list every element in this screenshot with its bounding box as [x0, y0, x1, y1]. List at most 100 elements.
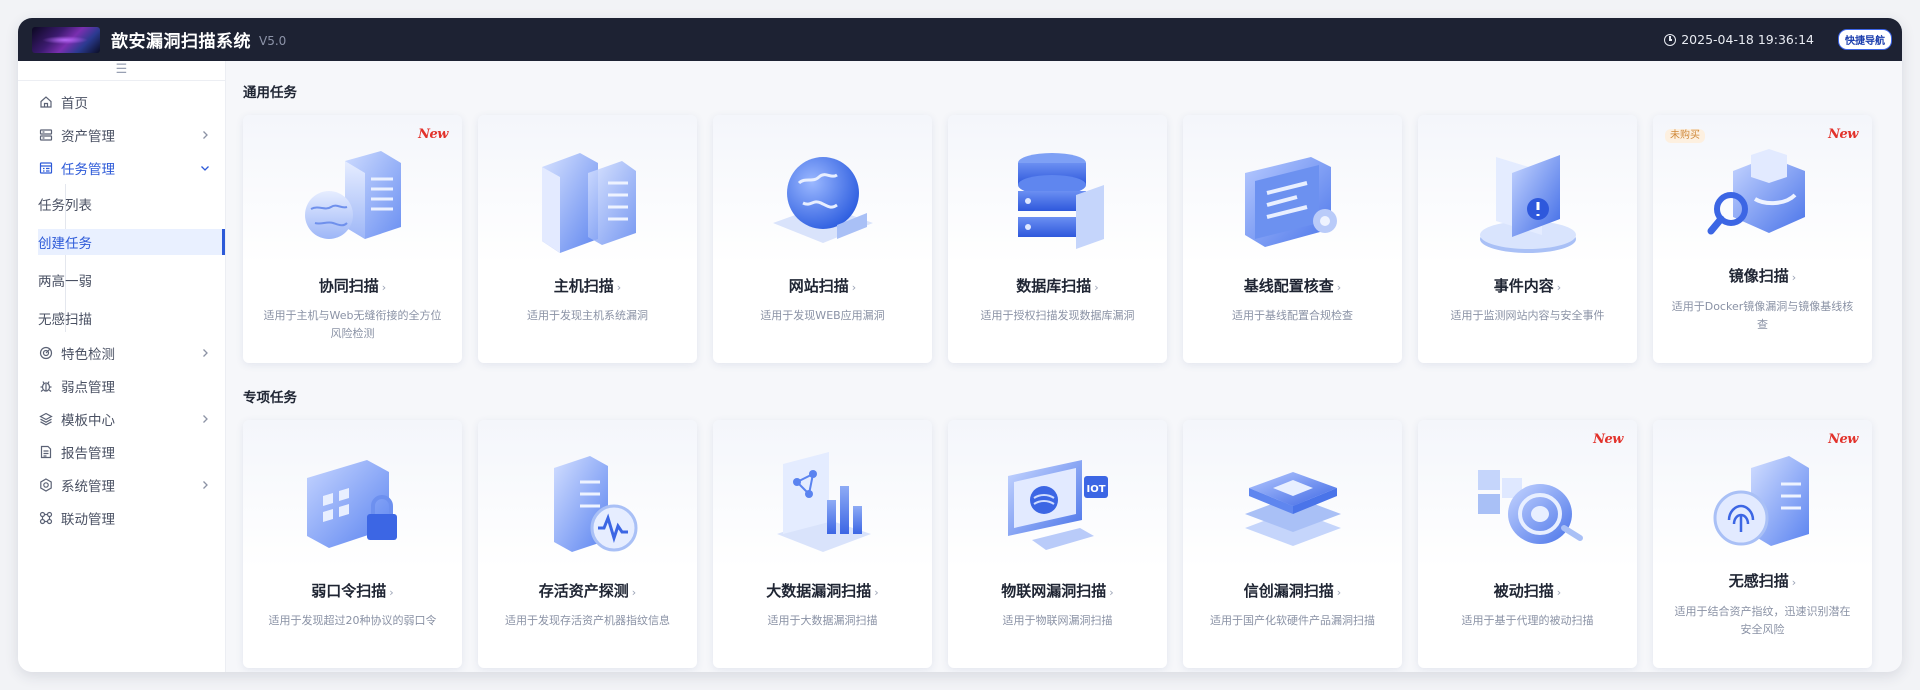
sidebar-item-label: 首页: [61, 95, 88, 112]
home-icon: [39, 95, 53, 109]
app-version: V5.0: [259, 33, 287, 48]
gear-icon: [39, 477, 53, 492]
task-card-fingerprint-scan[interactable]: New 无感扫描 › 适用于结合资产指纹，迅速识别潜在安全风险: [1653, 420, 1872, 668]
card-desc: 适用于国产化软硬件产品漏洞扫描: [1210, 614, 1375, 627]
svg-text:IOT: IOT: [1086, 484, 1105, 495]
card-desc: 适用于发现存活资产机器指纹信息: [505, 614, 670, 627]
event-icon: [1479, 155, 1576, 253]
app-window: 歆安漏洞扫描系统 V5.0 2025-04-18 19:36:14 快捷导航 ☰…: [18, 18, 1902, 672]
task-card-collab-scan[interactable]: New 协同扫描 › 适用于主机与Web无缝衔接的全方位风险检测: [243, 115, 462, 363]
scan-circle-icon: [39, 346, 53, 360]
card-title: 被动扫描 ›: [1493, 582, 1562, 600]
sidebar: ☰ 首页 资产管理 任务管理 任务列表 创建任务 两高一弱 无感扫描 特色检测 …: [18, 61, 226, 672]
card-desc: 适用于大数据漏洞扫描: [767, 614, 878, 627]
menu-toggle-icon[interactable]: ☰: [18, 61, 225, 81]
chevron-right-icon: [203, 481, 208, 489]
task-card-image-scan[interactable]: 未购买 New 镜像扫描 › 适用于Docker镜像漏洞与镜像基线核查: [1653, 115, 1872, 363]
iot-icon: IOT: [1007, 460, 1108, 550]
sidebar-item-system[interactable]: 系统管理: [18, 468, 225, 501]
task-card-bigdata-scan[interactable]: 大数据漏洞扫描 › 适用于大数据漏洞扫描: [713, 420, 932, 668]
new-badge: New: [1828, 127, 1858, 142]
sidebar-item-special-detection[interactable]: 特色检测: [18, 336, 225, 369]
bigdata-icon: [776, 452, 871, 552]
sidebar-item-label: 资产管理: [61, 128, 115, 145]
card-desc: 适用于结合资产指纹，迅速识别潜在安全风险: [1674, 605, 1851, 636]
sidebar-subitem-two-high-one-weak[interactable]: 两高一弱: [18, 264, 225, 296]
card-desc: 适用于基于代理的被动扫描: [1461, 614, 1594, 627]
new-badge: New: [1828, 432, 1858, 447]
collab-scan-icon: [304, 151, 401, 239]
sidebar-item-reports[interactable]: 报告管理: [18, 435, 225, 468]
xinchuang-icon: [1244, 472, 1341, 546]
task-card-xinchuang-scan[interactable]: 信创漏洞扫描 › 适用于国产化软硬件产品漏洞扫描: [1183, 420, 1402, 668]
sidebar-item-tasks[interactable]: 任务管理: [18, 151, 225, 184]
sidebar-item-linkage[interactable]: 联动管理: [18, 501, 225, 534]
web-scan-icon: [772, 157, 873, 243]
main-content: 通用任务 New 协同扫描 › 适用于主机与Web无缝衔接的全方位风险检测 主机…: [226, 61, 1902, 672]
sidebar-item-label: 联动管理: [61, 511, 115, 528]
task-card-database-scan[interactable]: 数据库扫描 › 适用于授权扫描发现数据库漏洞: [948, 115, 1167, 363]
server-icon: [39, 128, 53, 142]
card-title: 物联网漏洞扫描 ›: [1001, 582, 1114, 600]
sidebar-item-label: 特色检测: [61, 346, 115, 363]
task-card-live-asset[interactable]: 存活资产探测 › 适用于发现存活资产机器指纹信息: [478, 420, 697, 668]
link-icon: [39, 511, 53, 525]
card-title: 数据库扫描 ›: [1016, 277, 1099, 295]
card-title: 大数据漏洞扫描 ›: [766, 582, 879, 600]
header-right: 2025-04-18 19:36:14 快捷导航: [1664, 29, 1892, 50]
sidebar-item-home[interactable]: 首页: [18, 85, 225, 118]
task-card-iot-scan[interactable]: IOT 物联网漏洞扫描 › 适用于物联网漏洞扫描: [948, 420, 1167, 668]
image-scan-icon: [1707, 149, 1805, 235]
card-title: 网站扫描 ›: [788, 277, 857, 295]
bug-icon: [39, 379, 53, 393]
special-task-row: 弱口令扫描 › 适用于发现超过20种协议的弱口令 存活资产探测 › 适用于发现存活资…: [243, 420, 1872, 668]
chevron-right-icon: [203, 349, 208, 357]
general-task-row: New 协同扫描 › 适用于主机与Web无缝衔接的全方位风险检测 主机扫描 › …: [243, 115, 1872, 363]
sidebar-item-label: 系统管理: [61, 478, 115, 495]
passive-scan-icon: [1477, 470, 1583, 544]
clock-icon: [1664, 33, 1677, 46]
card-title: 协同扫描 ›: [318, 277, 387, 295]
chevron-right-icon: [203, 131, 208, 139]
sidebar-menu: 首页 资产管理 任务管理 任务列表 创建任务 两高一弱 无感扫描 特色检测 弱点…: [18, 85, 225, 534]
task-card-baseline-check[interactable]: 基线配置核查 › 适用于基线配置合规检查: [1183, 115, 1402, 363]
task-card-host-scan[interactable]: 主机扫描 › 适用于发现主机系统漏洞: [478, 115, 697, 363]
card-title: 主机扫描 ›: [553, 277, 622, 295]
task-card-web-scan[interactable]: 网站扫描 › 适用于发现WEB应用漏洞: [713, 115, 932, 363]
chevron-right-icon: [203, 415, 208, 423]
sidebar-item-label: 报告管理: [61, 445, 115, 462]
sidebar-item-weakness[interactable]: 弱点管理: [18, 369, 225, 402]
card-desc: 适用于发现WEB应用漏洞: [760, 309, 885, 322]
unpaid-badge: 未购买: [1665, 129, 1705, 143]
card-desc: 适用于基线配置合规检查: [1232, 309, 1353, 322]
task-card-weak-password[interactable]: 弱口令扫描 › 适用于发现超过20种协议的弱口令: [243, 420, 462, 668]
baseline-icon: [1244, 157, 1337, 247]
sidebar-subitem-create-task[interactable]: 创建任务: [18, 226, 225, 258]
weak-password-icon: [306, 460, 397, 548]
card-desc: 适用于物联网漏洞扫描: [1002, 614, 1113, 627]
card-title: 存活资产探测 ›: [538, 582, 637, 600]
live-asset-icon: [553, 456, 637, 552]
card-title: 无感扫描 ›: [1728, 572, 1797, 590]
database-scan-icon: [1017, 153, 1104, 249]
sidebar-item-assets[interactable]: 资产管理: [18, 118, 225, 151]
top-header: 歆安漏洞扫描系统 V5.0 2025-04-18 19:36:14 快捷导航: [18, 18, 1902, 61]
logo: [32, 26, 100, 53]
app-title: 歆安漏洞扫描系统: [111, 32, 251, 52]
task-card-event-content[interactable]: 事件内容 › 适用于监测网站内容与安全事件: [1418, 115, 1637, 363]
sidebar-subitem-task-list[interactable]: 任务列表: [18, 188, 225, 220]
task-icon: [39, 161, 53, 175]
task-card-passive-scan[interactable]: New 被动扫描 › 适用于基于代理的被动扫描: [1418, 420, 1637, 668]
sidebar-item-label: 模板中心: [61, 412, 115, 429]
card-title: 信创漏洞扫描 ›: [1243, 582, 1342, 600]
quick-nav-button[interactable]: 快捷导航: [1838, 29, 1892, 50]
card-desc: 适用于授权扫描发现数据库漏洞: [980, 309, 1135, 322]
card-desc: 适用于监测网站内容与安全事件: [1450, 309, 1605, 322]
sidebar-item-templates[interactable]: 模板中心: [18, 402, 225, 435]
task-submenu: 任务列表 创建任务 两高一弱 无感扫描: [18, 184, 225, 336]
card-desc: 适用于Docker镜像漏洞与镜像基线核查: [1671, 300, 1854, 331]
card-title: 事件内容 ›: [1493, 277, 1562, 295]
card-desc: 适用于发现超过20种协议的弱口令: [268, 614, 437, 627]
report-icon: [39, 445, 53, 459]
sidebar-subitem-noninvasive-scan[interactable]: 无感扫描: [18, 302, 225, 334]
